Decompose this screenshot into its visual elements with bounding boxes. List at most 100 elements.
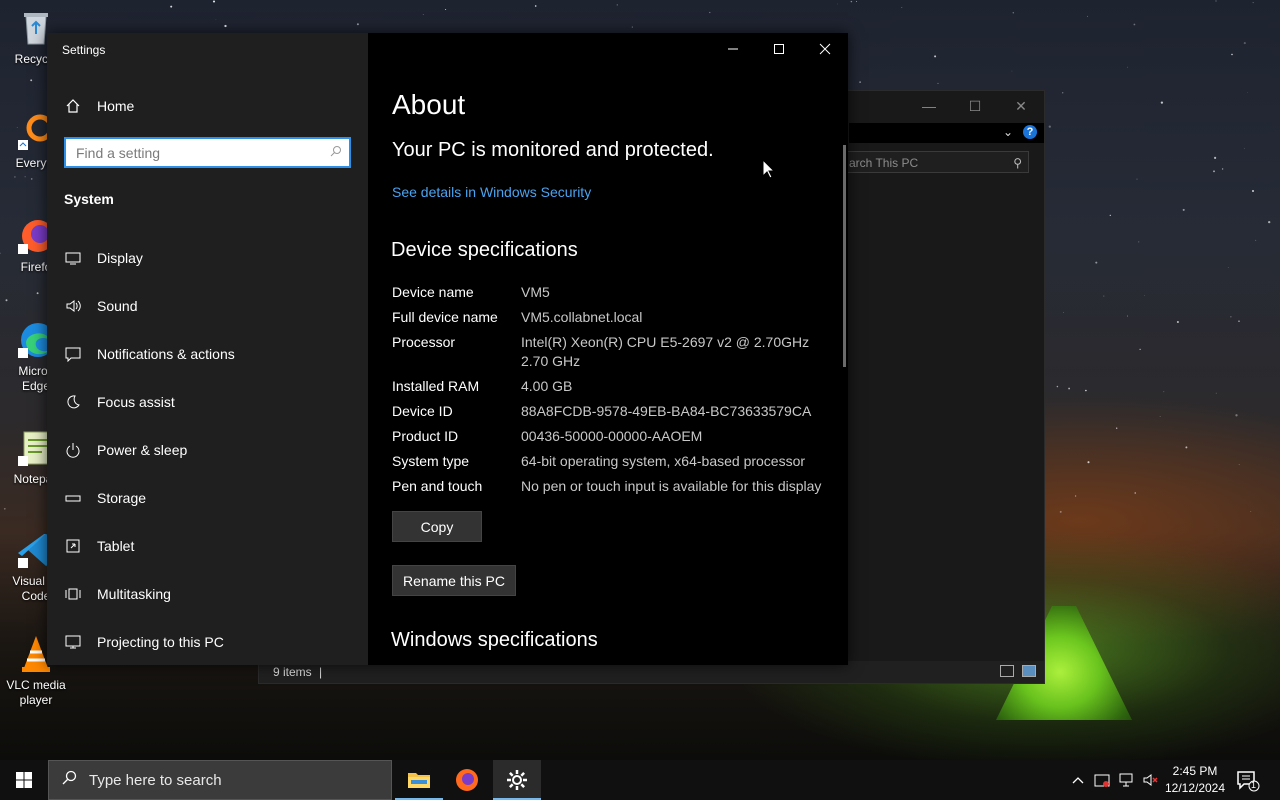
star [1144,295,1145,296]
spec-row: Full device name VM5.collabnet.local [392,308,842,327]
star [445,8,447,11]
clock-date: 12/12/2024 [1164,781,1226,795]
power-icon [47,442,97,458]
monitor-icon [47,250,97,266]
star [1268,220,1271,224]
spec-row: System type 64-bit operating system, x64… [392,452,842,471]
star [1250,510,1252,513]
window-caption-buttons [710,33,848,65]
scrollbar-thumb[interactable] [843,145,846,367]
star [937,82,939,84]
storage-icon [47,490,97,506]
star [224,24,227,28]
star [1068,387,1071,390]
taskbar-file-explorer[interactable] [395,760,443,800]
explorer-search-input[interactable]: arch This PC ⚲ [844,151,1029,173]
taskbar-clock[interactable]: 2:45 PM 12/12/2024 [1162,763,1228,797]
nav-label: Notifications & actions [97,346,235,362]
nav-notifications-actions[interactable]: Notifications & actions [47,334,368,374]
star [24,176,26,178]
star [1134,492,1136,494]
home-icon [47,98,97,114]
spec-value: Intel(R) Xeon(R) CPU E5-2697 v2 @ 2.70GH… [521,334,810,369]
explorer-minimize-button[interactable]: — [906,91,952,121]
windows-specifications-heading: Windows specifications [391,629,598,651]
clock-time: 2:45 PM [1172,764,1218,778]
explorer-close-button[interactable]: ✕ [998,91,1044,121]
spec-key: Processor [392,334,456,350]
star [30,79,33,82]
star [1048,125,1051,128]
windows-logo-icon [16,772,32,788]
spec-key: Pen and touch [392,478,483,494]
nav-display[interactable]: Display [47,238,368,278]
windows-security-link[interactable]: See details in Windows Security [392,184,591,200]
explorer-maximize-button[interactable]: ☐ [952,91,998,121]
large-icons-view-icon[interactable] [1022,665,1036,677]
settings-sidebar: Settings Home System Display Sound Notif… [47,33,368,665]
find-setting-input[interactable] [66,143,323,162]
security-shield-icon[interactable] [1092,770,1112,790]
nav-sound[interactable]: Sound [47,286,368,326]
rename-pc-button[interactable]: Rename this PC [392,565,516,596]
nav-power-sleep[interactable]: Power & sleep [47,430,368,470]
spec-row: Device name VM5 [392,283,842,302]
find-setting-search[interactable] [64,137,351,168]
star [1185,446,1188,449]
star [1247,91,1248,93]
taskbar-firefox[interactable] [443,760,491,800]
device-specifications-heading: Device specifications [391,239,578,261]
taskbar-settings[interactable] [493,760,541,800]
start-button[interactable] [0,760,48,800]
taskbar-search-box[interactable]: Type here to search [48,760,392,800]
spec-value: VM5.collabnet.local [521,309,643,325]
star [1095,261,1098,264]
spec-value: 00436-50000-00000-AAOEM [521,428,703,444]
star [1215,0,1217,2]
nav-projecting[interactable]: Projecting to this PC [47,622,368,662]
star [1136,178,1138,180]
star [1160,101,1164,104]
nav-label: Multitasking [97,586,171,602]
star [631,26,633,28]
star [30,178,33,180]
help-icon[interactable]: ? [1023,125,1037,139]
gear-icon [507,770,527,790]
maximize-button[interactable] [756,33,802,65]
star [1063,312,1064,313]
nav-home[interactable]: Home [47,86,368,126]
tablet-icon [47,538,97,554]
star [1244,148,1245,149]
close-button[interactable] [802,33,848,65]
star [1227,267,1229,268]
star [1214,156,1217,159]
nav-multitasking[interactable]: Multitasking [47,574,368,614]
spec-key: Product ID [392,428,459,444]
nav-label: Power & sleep [97,442,188,458]
network-icon[interactable] [1116,770,1136,790]
star [856,1,857,2]
chevron-down-icon[interactable]: ⌄ [1003,125,1013,139]
star [1127,315,1129,317]
volume-muted-icon[interactable] [1140,770,1160,790]
star [934,55,937,58]
spec-value: 4.00 GB [521,378,573,394]
nav-tablet[interactable]: Tablet [47,526,368,566]
copy-button[interactable]: Copy [392,511,482,542]
action-center-button[interactable]: 1 [1236,770,1260,792]
minimize-icon [728,48,738,50]
spec-row: Product ID 00436-50000-00000-AAOEM [392,427,842,446]
star [534,5,537,7]
star [1062,92,1064,94]
spec-value: 88A8FCDB-9578-49EB-BA84-BC73633579CA [521,403,812,419]
spec-value: VM5 [521,284,550,300]
nav-label: Display [97,250,143,266]
spec-row: Device ID 88A8FCDB-9578-49EB-BA84-BC7363… [392,402,842,421]
nav-storage[interactable]: Storage [47,478,368,518]
chevron-up-icon[interactable] [1068,770,1088,790]
details-view-icon[interactable] [1000,665,1014,677]
minimize-button[interactable] [710,33,756,65]
star [1252,190,1254,192]
star [1087,15,1088,17]
nav-focus-assist[interactable]: Focus assist [47,382,368,422]
